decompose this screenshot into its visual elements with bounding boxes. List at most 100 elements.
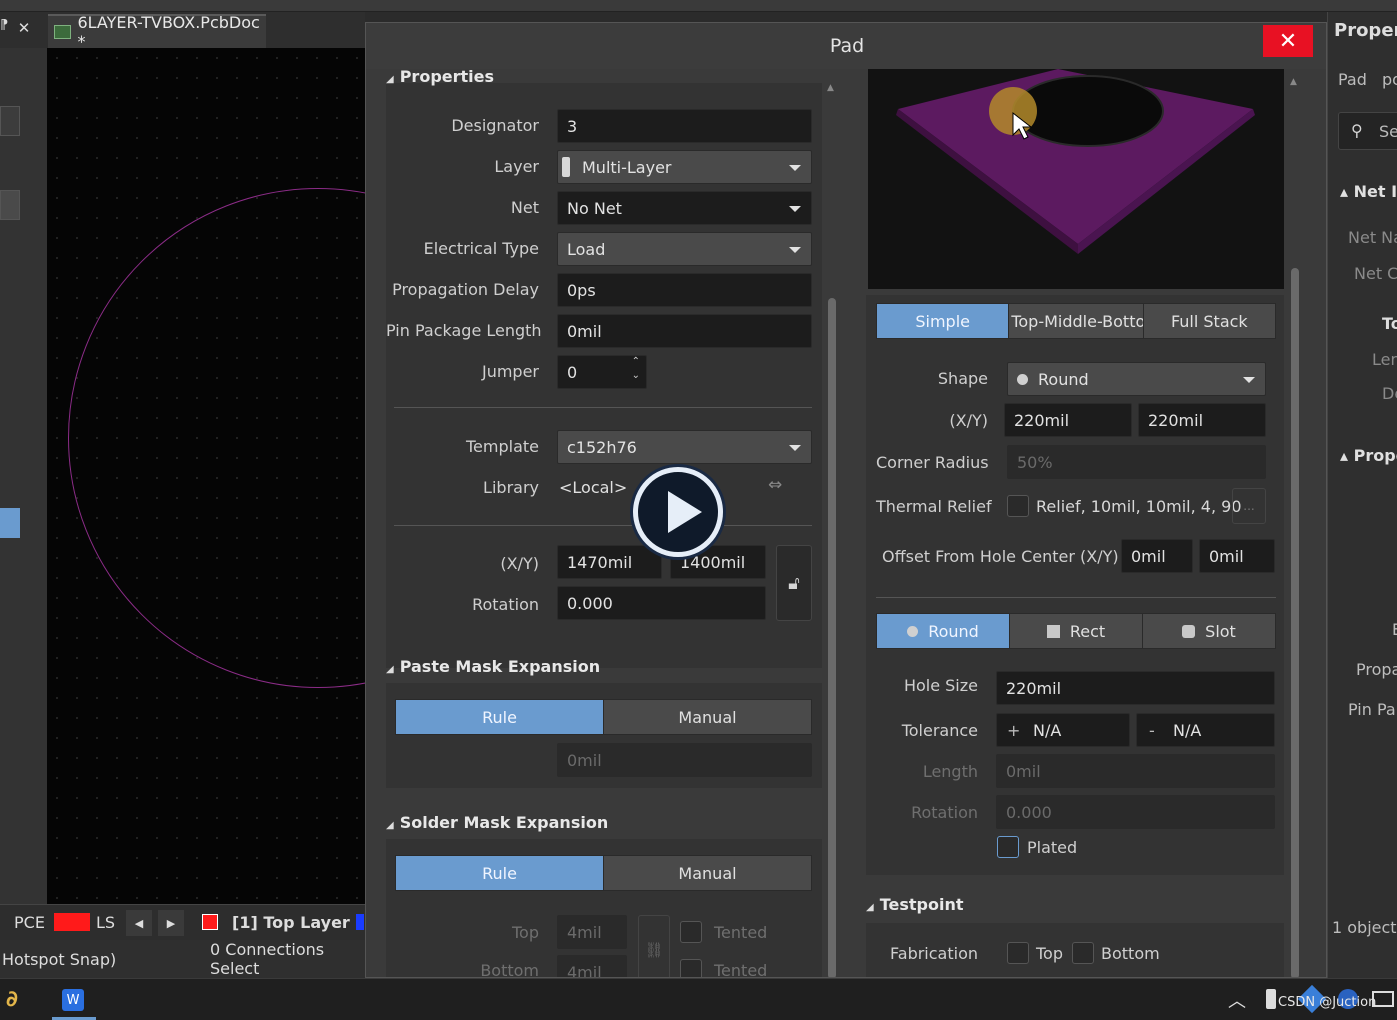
panel-de: De bbox=[1382, 384, 1397, 403]
document-tab[interactable]: 6LAYER-TVBOX.PcbDoc * bbox=[48, 13, 266, 51]
left-toolbar-strip bbox=[0, 48, 47, 904]
electrical-type-label: Electrical Type bbox=[423, 239, 539, 258]
play-icon bbox=[668, 491, 702, 533]
panel-search[interactable]: ⚲ Se bbox=[1338, 112, 1397, 150]
scroll-up-icon[interactable]: ▲ bbox=[1290, 77, 1297, 87]
top-layer-swatch bbox=[202, 914, 218, 930]
usb-icon[interactable] bbox=[1266, 989, 1276, 1009]
thermal-relief-value: Relief, 10mil, 10mil, 4, 90 bbox=[1036, 497, 1242, 516]
stack-tab-top-middle-bottom[interactable]: Top-Middle-Bottom bbox=[1009, 304, 1144, 338]
panel-net-info-header: ▴ Net In bbox=[1340, 182, 1397, 201]
template-select[interactable]: c152h76 bbox=[557, 430, 812, 464]
top-layer-tab[interactable]: [1] Top Layer bbox=[232, 913, 350, 932]
left-scrollbar-thumb[interactable] bbox=[828, 298, 836, 977]
shape-y-input[interactable]: 220mil bbox=[1138, 403, 1266, 437]
corner-radius-label: Corner Radius bbox=[876, 453, 989, 472]
strip-button[interactable] bbox=[0, 190, 20, 220]
chevron-up-icon[interactable]: ︿ bbox=[1228, 987, 1246, 1013]
prev-layer-icon[interactable]: ◀ bbox=[126, 910, 152, 936]
pin-icon[interactable]: ⁋ bbox=[0, 18, 10, 38]
length-input: 0mil bbox=[996, 754, 1275, 788]
hole-tab-slot-label: Slot bbox=[1205, 621, 1236, 641]
chevron-down-icon[interactable]: ⌄ bbox=[632, 370, 640, 381]
thermal-relief-checkbox[interactable] bbox=[1007, 495, 1029, 517]
propagation-delay-input[interactable]: 0ps bbox=[557, 273, 812, 307]
offset-y-input[interactable]: 0mil bbox=[1199, 539, 1275, 573]
plated-label: Plated bbox=[1027, 838, 1078, 857]
tolerance-label: Tolerance bbox=[901, 721, 978, 740]
right-scrollbar-thumb[interactable] bbox=[1291, 268, 1299, 977]
pad-3d-preview[interactable] bbox=[868, 69, 1284, 289]
link-icon[interactable]: ⇔ bbox=[768, 475, 782, 495]
ls-label[interactable]: LS bbox=[96, 913, 115, 932]
prope-text: Prope bbox=[1353, 446, 1397, 465]
altium-app-icon[interactable]: ∂ bbox=[6, 987, 18, 1012]
divider bbox=[876, 597, 1276, 598]
shape-select[interactable]: Round bbox=[1007, 362, 1266, 396]
solder-mask-rule-option[interactable]: Rule bbox=[396, 856, 604, 890]
strip-button[interactable] bbox=[0, 106, 20, 136]
plated-checkbox[interactable] bbox=[997, 836, 1019, 858]
pce-label[interactable]: PCE bbox=[14, 913, 45, 932]
hole-tab-slot[interactable]: Slot bbox=[1143, 614, 1275, 648]
round-hole-icon bbox=[907, 625, 919, 637]
rotation-input[interactable]: 0.000 bbox=[557, 586, 766, 620]
tolerance-plus-value: N/A bbox=[1033, 720, 1062, 740]
divider bbox=[394, 525, 812, 526]
hole-size-label: Hole Size bbox=[903, 676, 978, 695]
hole-tab-round[interactable]: Round bbox=[877, 614, 1010, 648]
scroll-up-icon[interactable]: ▲ bbox=[827, 83, 834, 93]
paste-mask-manual-option[interactable]: Manual bbox=[604, 700, 811, 734]
left-scrollbar[interactable]: ▲ bbox=[827, 83, 837, 977]
layer-color-swatch[interactable] bbox=[54, 913, 90, 931]
solder-link-icon: ⛓︎ bbox=[638, 915, 670, 977]
dialog-close-button[interactable]: ✕ bbox=[1263, 25, 1313, 57]
right-scrollbar[interactable]: ▲ bbox=[1290, 73, 1300, 977]
status-bar: Hotspot Snap) 0 Connections Select bbox=[0, 940, 365, 978]
offset-x-input[interactable]: 0mil bbox=[1121, 539, 1193, 573]
solder-mask-header-text: Solder Mask Expansion bbox=[399, 813, 609, 832]
x-input[interactable]: 1470mil bbox=[557, 545, 662, 579]
jumper-stepper[interactable]: 0 ⌃ ⌄ bbox=[557, 355, 647, 389]
paste-mask-rule-option[interactable]: Rule bbox=[396, 700, 604, 734]
paste-mask-header[interactable]: ◢ Paste Mask Expansion bbox=[386, 657, 600, 676]
shape-x-input[interactable]: 220mil bbox=[1004, 403, 1132, 437]
lock-icon[interactable]: 🔓︎ bbox=[776, 545, 812, 621]
chevron-up-icon[interactable]: ⌃ bbox=[632, 356, 640, 367]
solder-mask-manual-option[interactable]: Manual bbox=[604, 856, 811, 890]
close-icon: ✕ bbox=[1278, 28, 1298, 54]
stack-tab-full-stack[interactable]: Full Stack bbox=[1144, 304, 1275, 338]
panel-objects-count: 1 object i bbox=[1332, 918, 1397, 937]
designator-input[interactable]: 3 bbox=[557, 109, 812, 143]
paste-mask-mode: Rule Manual bbox=[395, 699, 812, 735]
paste-mask-value: 0mil bbox=[557, 743, 812, 777]
hole-size-input[interactable]: 220mil bbox=[996, 671, 1275, 705]
search-input: Se bbox=[1379, 122, 1397, 141]
net-select[interactable]: No Net bbox=[557, 191, 812, 225]
solder-mask-header[interactable]: ◢ Solder Mask Expansion bbox=[386, 813, 608, 832]
thermal-relief-more-button[interactable]: ... bbox=[1232, 488, 1266, 524]
next-layer-icon[interactable]: ▶ bbox=[158, 910, 184, 936]
electrical-type-select[interactable]: Load bbox=[557, 232, 812, 266]
fabrication-top-checkbox[interactable] bbox=[1007, 942, 1029, 964]
testpoint-header-text: Testpoint bbox=[879, 895, 964, 914]
tolerance-minus-input[interactable]: - N/A bbox=[1136, 713, 1275, 747]
hole-tab-rect[interactable]: Rect bbox=[1010, 614, 1143, 648]
panel-len: Len bbox=[1372, 350, 1397, 369]
tolerance-plus-input[interactable]: + N/A bbox=[996, 713, 1130, 747]
net-label: Net bbox=[510, 198, 539, 217]
close-icon[interactable]: ✕ bbox=[14, 18, 34, 38]
connections-status: 0 Connections Select bbox=[210, 940, 325, 978]
strip-button-active[interactable] bbox=[0, 508, 20, 538]
hole-rotation-input: 0.000 bbox=[996, 795, 1275, 829]
word-app-icon[interactable]: W bbox=[62, 989, 84, 1011]
testpoint-header[interactable]: ◢ Testpoint bbox=[866, 895, 963, 914]
panel-pad-filter: po bbox=[1382, 70, 1397, 89]
pin-package-length-input[interactable]: 0mil bbox=[557, 314, 812, 348]
fabrication-bottom-checkbox[interactable] bbox=[1072, 942, 1094, 964]
layer-select[interactable]: Multi-Layer bbox=[557, 150, 812, 184]
video-play-button[interactable] bbox=[633, 467, 723, 557]
properties-header[interactable]: ◢ Properties bbox=[386, 67, 494, 86]
rect-hole-icon bbox=[1046, 624, 1060, 638]
stack-tab-simple[interactable]: Simple bbox=[877, 304, 1010, 338]
